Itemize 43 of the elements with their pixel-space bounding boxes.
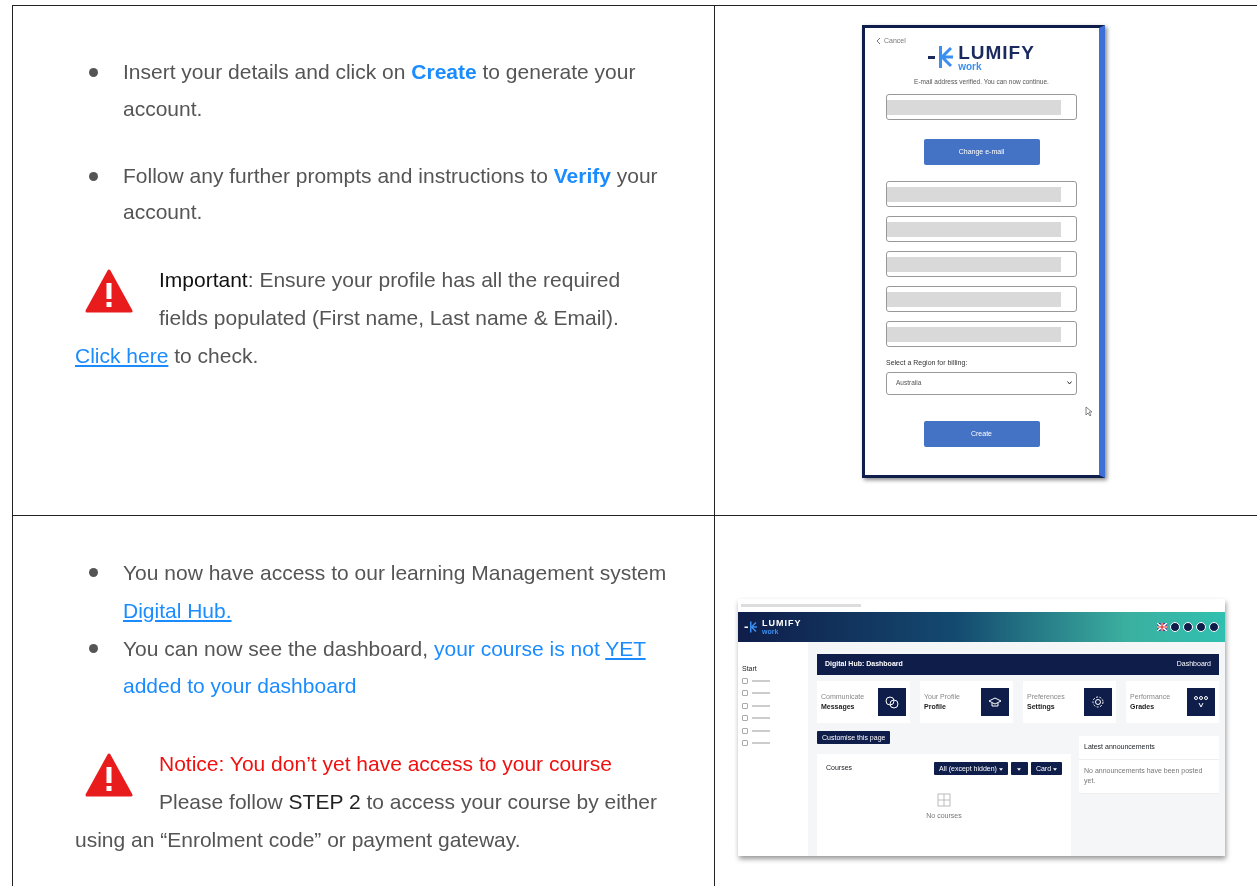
bullet-icon	[89, 643, 98, 653]
instruction-text: Follow any further prompts and instructions to Verify your account.	[123, 162, 659, 226]
notice-text: Notice: You don’t yet have access to your course	[159, 752, 612, 776]
nav-item[interactable]	[752, 704, 770, 707]
logo-icon	[928, 45, 955, 69]
bullet-icon	[89, 68, 98, 77]
nav-item[interactable]	[752, 717, 770, 720]
notice-instruction: Please follow STEP 2 to access your course by either using an “Enrolment code” or payment gateway.	[75, 790, 658, 851]
input-field[interactable]	[886, 216, 1077, 243]
nav-item[interactable]	[752, 679, 770, 682]
input-field[interactable]	[886, 94, 1077, 121]
sort-dropdown[interactable]	[1010, 762, 1028, 775]
nav-item[interactable]	[752, 692, 770, 695]
graduation-cap-icon	[981, 688, 1009, 716]
flag-icon[interactable]	[1157, 623, 1167, 631]
warning-icon	[85, 269, 133, 313]
notice-instruction: Click here to check.	[75, 343, 259, 367]
caret-icon	[1053, 767, 1057, 771]
caret-icon	[998, 767, 1003, 771]
brand-name: LUMIFY	[958, 42, 1035, 62]
cursor-icon	[1085, 406, 1093, 417]
input-field[interactable]	[886, 321, 1077, 348]
caret-icon	[1017, 767, 1022, 771]
instruction-text: You now have access to our learning Management system Digital Hub.	[123, 560, 668, 624]
notice-text: Important: Ensure your profile has all the required fields populated (First name, Last name & Email).	[159, 268, 621, 329]
bullet-icon	[89, 568, 98, 577]
instruction-text: You can now see the dashboard, your course is not YET added to your dashboard	[123, 635, 647, 700]
chevron-icon	[876, 38, 881, 45]
brand-subtitle: work	[958, 61, 983, 72]
instruction-text: Insert your details and click on Create to generate your account.	[123, 59, 637, 122]
grid-icon	[937, 793, 951, 807]
input-field[interactable]	[886, 181, 1077, 208]
input-field[interactable]	[886, 286, 1077, 313]
chat-icon	[878, 688, 906, 716]
warning-icon	[85, 753, 133, 798]
caret-icon	[1067, 381, 1072, 386]
bullet-icon	[89, 171, 98, 181]
nav-item[interactable]	[752, 742, 770, 745]
logo-icon	[744, 621, 758, 633]
nav-item[interactable]	[752, 729, 770, 732]
input-field[interactable]	[886, 251, 1077, 278]
gear-icon	[1084, 688, 1112, 716]
brand-name: LUMIFY	[762, 619, 802, 628]
